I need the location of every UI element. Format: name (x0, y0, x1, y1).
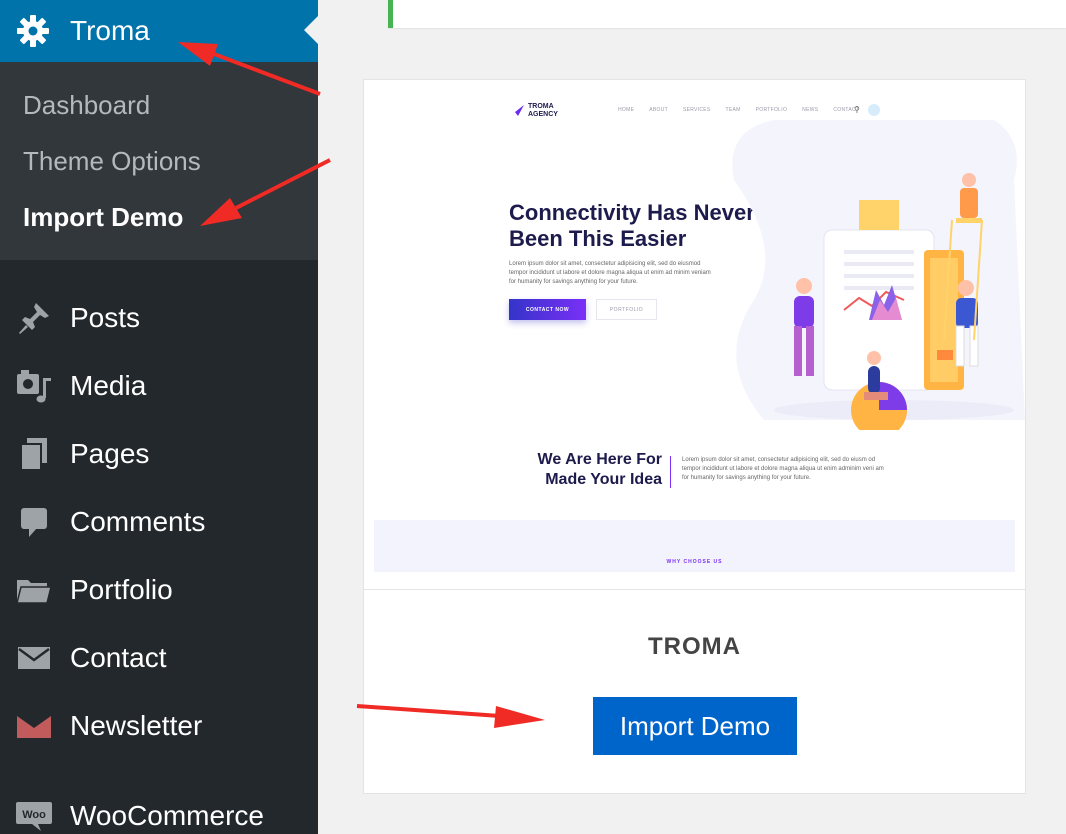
menu-label-posts: Posts (70, 302, 141, 333)
menu-item-posts[interactable]: Posts (0, 290, 318, 346)
logo-line-2: AGENCY (528, 111, 558, 118)
preview-why-band: WHY CHOOSE US (374, 520, 1015, 572)
menu-item-contact[interactable]: Contact (0, 630, 318, 686)
comment-icon (14, 502, 54, 542)
menu-item-pages[interactable]: Pages (0, 426, 318, 482)
preview-section-body: Lorem ipsum dolor sit amet, consectetur … (682, 457, 884, 481)
hero-illustration (732, 120, 1025, 430)
menu-label-troma: Troma (70, 15, 150, 46)
preview-why-label: WHY CHOOSE US (666, 559, 723, 565)
menu-item-comments[interactable]: Comments (0, 494, 318, 550)
import-demo-button[interactable]: Import Demo (593, 697, 797, 755)
preview-menu-icon (868, 104, 880, 116)
preview-hero-body: Lorem ipsum dolor sit amet, consectetur … (509, 261, 711, 285)
menu-label-comments: Comments (70, 506, 206, 537)
media-icon (14, 366, 54, 406)
admin-notice (388, 0, 1066, 28)
submenu-item-dashboard[interactable]: Dashboard (23, 90, 150, 121)
preview-section-divider (670, 456, 671, 488)
preview-nav-item: PORTFOLIO (755, 107, 788, 113)
mail-icon (14, 638, 54, 678)
preview-portfolio-button: PORTFOLIO (596, 299, 657, 320)
logo-mark-icon (510, 105, 524, 116)
preview-logo: TROMA AGENCY (510, 103, 558, 119)
svg-text:Woo: Woo (22, 809, 46, 821)
folder-icon (14, 570, 54, 610)
menu-label-newsletter: Newsletter (70, 710, 203, 741)
woo-icon: Woo (14, 796, 54, 834)
preview-nav-item: ABOUT (649, 107, 668, 113)
submenu-item-import-demo[interactable]: Import Demo (23, 202, 183, 233)
preview-nav-item: HOME (618, 107, 635, 113)
menu-label-contact: Contact (70, 642, 167, 673)
preview-nav: HOME ABOUT SERVICES TEAM PORTFOLIO NEWS … (618, 107, 874, 113)
pages-icon (14, 434, 54, 474)
preview-nav-item: NEWS (802, 107, 819, 113)
troma-submenu: Dashboard Theme Options Import Demo (0, 62, 318, 260)
menu-label-woocommerce: WooCommerce (70, 800, 264, 831)
pin-icon (14, 298, 54, 338)
submenu-item-theme-options[interactable]: Theme Options (23, 146, 201, 177)
preview-contact-button: CONTACT NOW (509, 299, 586, 320)
menu-item-newsletter[interactable]: Newsletter (0, 698, 318, 754)
gear-icon (15, 13, 51, 49)
preview-section-title: We Are Here For Made Your Idea (537, 451, 662, 488)
newsletter-icon (14, 706, 54, 746)
preview-search-icon: ⚲ (854, 105, 860, 114)
preview-nav-item: SERVICES (682, 107, 711, 113)
menu-label-pages: Pages (70, 438, 150, 469)
menu-item-portfolio[interactable]: Portfolio (0, 562, 318, 618)
preview-nav-item: TEAM (725, 107, 741, 113)
demo-card: TROMA AGENCY HOME ABOUT SERVICES TEAM PO… (363, 79, 1026, 794)
demo-preview-screenshot: TROMA AGENCY HOME ABOUT SERVICES TEAM PO… (364, 80, 1025, 590)
menu-item-troma[interactable]: Troma (0, 0, 318, 62)
menu-label-portfolio: Portfolio (70, 574, 173, 605)
menu-item-media[interactable]: Media (0, 358, 318, 414)
theme-name: TROMA (648, 633, 741, 660)
menu-label-media: Media (70, 370, 147, 401)
logo-line-1: TROMA (528, 103, 554, 110)
menu-item-woocommerce[interactable]: Woo WooCommerce (0, 788, 318, 834)
admin-sidebar: Troma Dashboard Theme Options Import Dem… (0, 0, 318, 834)
